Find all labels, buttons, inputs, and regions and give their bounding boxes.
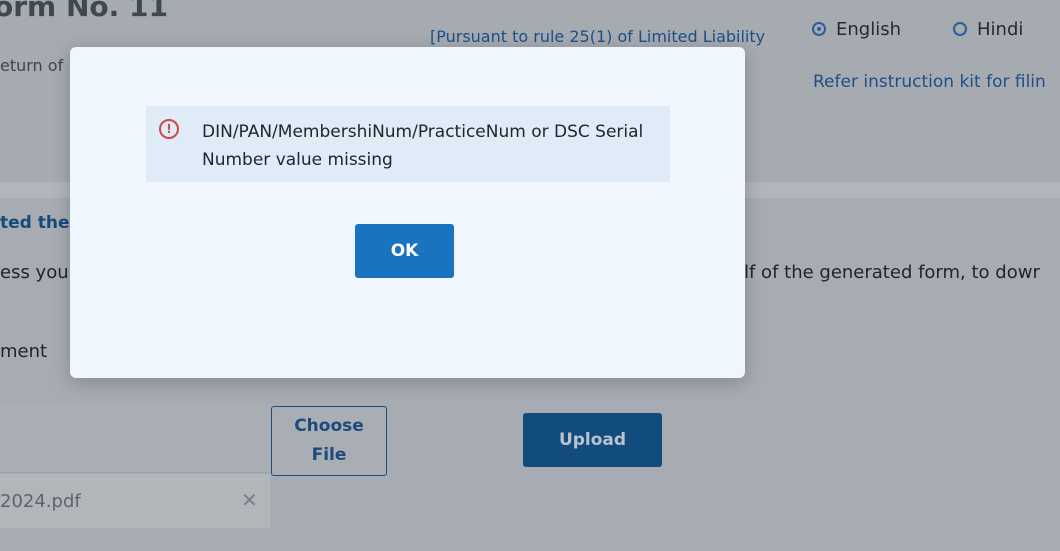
file-input[interactable] <box>0 404 270 473</box>
error-alert: ! DIN/PAN/MembershiNum/PracticeNum or DS… <box>146 106 670 182</box>
attached-file-name: 2024.pdf <box>0 491 81 512</box>
ok-button[interactable]: OK <box>355 224 454 278</box>
radio-checked-icon[interactable] <box>812 22 826 36</box>
attachment-label: ment <box>0 341 48 362</box>
instruction-paragraph-end: lf of the generated form, to dowr <box>744 262 1040 283</box>
error-message: DIN/PAN/MembershiNum/PracticeNum or DSC … <box>202 122 644 170</box>
pursuant-rule-text: [Pursuant to rule 25(1) of Limited Liabi… <box>430 27 766 46</box>
instruction-paragraph-start: ess you <box>0 262 69 283</box>
language-label: English <box>836 18 901 40</box>
error-dialog: ! DIN/PAN/MembershiNum/PracticeNum or DS… <box>70 47 745 378</box>
remove-file-icon[interactable]: ✕ <box>241 488 258 512</box>
upload-button[interactable]: Upload <box>523 413 662 467</box>
radio-unchecked-icon[interactable] <box>953 22 967 36</box>
choose-file-button[interactable]: Choose File <box>271 406 387 476</box>
choose-file-label: Choose <box>294 416 364 436</box>
language-option-english[interactable]: English <box>812 18 901 40</box>
section-heading: ted the <box>0 213 70 233</box>
error-icon: ! <box>159 119 179 139</box>
instruction-kit-link[interactable]: Refer instruction kit for filin <box>813 72 1046 92</box>
form-title: orm No. 11 <box>0 0 168 23</box>
form-subtitle: eturn of <box>0 56 64 75</box>
choose-file-label: File <box>311 445 347 465</box>
attached-file-row: 2024.pdf ✕ <box>0 474 270 528</box>
language-option-hindi[interactable]: Hindi <box>953 18 1023 40</box>
language-label: Hindi <box>977 18 1024 40</box>
